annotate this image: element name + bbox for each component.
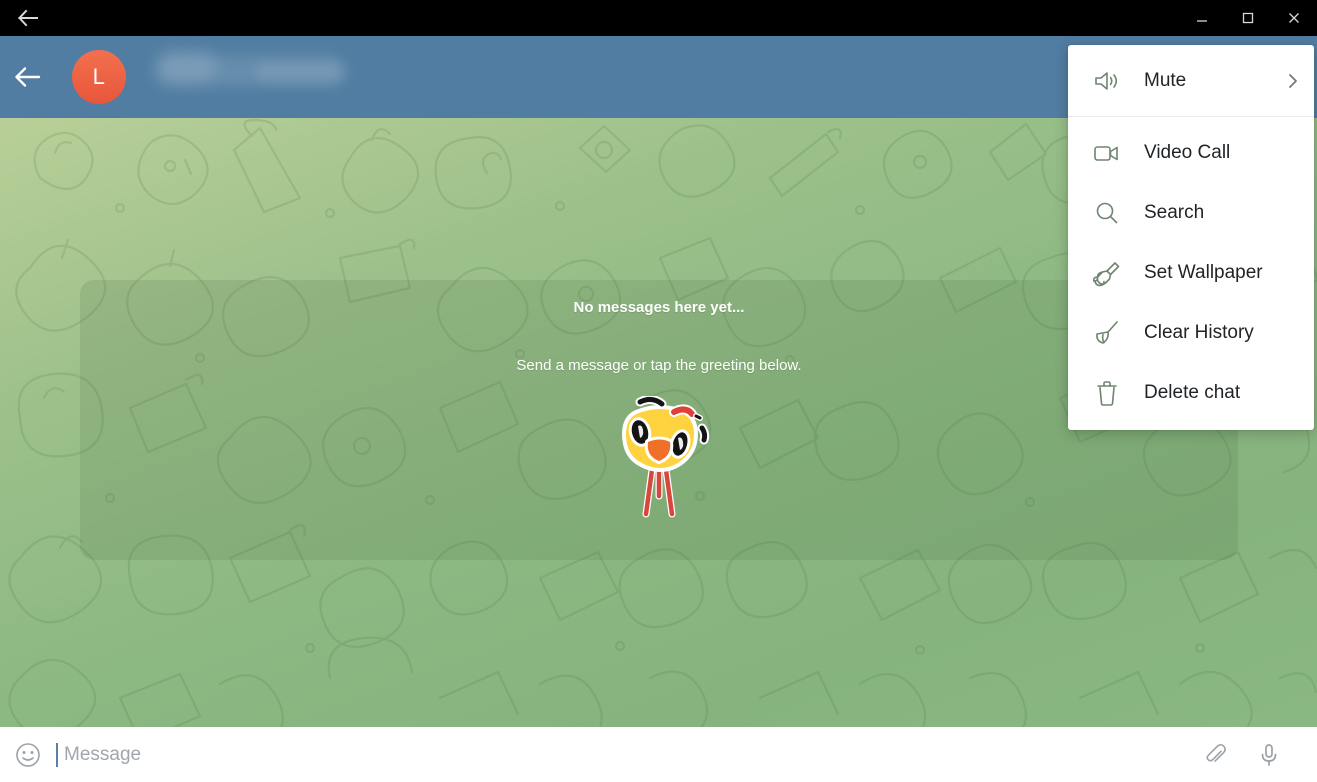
empty-chat-title: No messages here yet... <box>573 299 745 316</box>
broom-icon-svg <box>1096 321 1118 344</box>
paint-roller-icon-svg <box>1093 262 1120 287</box>
avatar-initial: L <box>92 64 106 89</box>
empty-chat-subtitle: Send a message or tap the greeting below… <box>516 357 802 374</box>
chat-back-button[interactable] <box>0 36 56 118</box>
attach-button[interactable] <box>1191 727 1243 782</box>
broom-icon <box>1092 318 1122 348</box>
paint-roller-icon <box>1092 258 1122 288</box>
paperclip-icon <box>1206 743 1226 762</box>
trash-icon-svg <box>1097 381 1117 406</box>
maximize-icon <box>1242 12 1254 24</box>
speaker-icon <box>1092 66 1122 96</box>
smiley-icon <box>16 742 40 767</box>
chat-title-redacted[interactable] <box>155 50 353 102</box>
close-icon <box>1289 13 1299 23</box>
context-menu-item-label: Delete chat <box>1144 382 1241 403</box>
video-camera-icon-svg <box>1094 146 1118 161</box>
input-actions <box>1191 727 1295 782</box>
name-blur-layer <box>157 50 217 82</box>
context-menu-item-mute[interactable]: Mute <box>1068 51 1314 111</box>
chevron-right-icon-svg <box>1289 74 1297 88</box>
avatar[interactable]: L <box>72 50 126 104</box>
maximize-button[interactable] <box>1225 0 1271 36</box>
context-menu-item-clear-history[interactable]: Clear History <box>1068 303 1314 363</box>
magnifier-icon-svg <box>1096 202 1118 224</box>
window-back-button[interactable] <box>0 0 56 36</box>
context-menu-item-video-call[interactable]: Video Call <box>1068 123 1314 183</box>
message-input-field[interactable]: Message <box>56 727 1191 782</box>
message-placeholder: Message <box>64 743 142 765</box>
telegram-window: L No messages here yet... Send a message… <box>0 0 1317 782</box>
context-menu-item-label: Search <box>1144 202 1205 223</box>
context-menu-item-label: Set Wallpaper <box>1144 262 1263 283</box>
greeting-sticker[interactable] <box>604 396 714 526</box>
context-menu-item-set-wallpaper[interactable]: Set Wallpaper <box>1068 243 1314 303</box>
name-blur-layer <box>255 62 345 82</box>
minimize-icon <box>1197 20 1207 22</box>
duck-sticker-icon <box>622 396 710 518</box>
microphone-icon <box>1261 743 1277 766</box>
speaker-icon-svg <box>1095 72 1118 90</box>
chat-context-menu: Mute Video Call Search Set Wallpaper Cle… <box>1068 45 1314 430</box>
context-menu-item-delete-chat[interactable]: Delete chat <box>1068 363 1314 423</box>
context-menu-item-search[interactable]: Search <box>1068 183 1314 243</box>
empty-chat-panel: No messages here yet... Send a message o… <box>80 280 1238 560</box>
trash-icon <box>1092 378 1122 408</box>
chevron-right-icon <box>1284 72 1302 90</box>
close-button[interactable] <box>1271 0 1317 36</box>
video-camera-icon <box>1092 138 1122 168</box>
context-menu-separator <box>1068 116 1314 117</box>
voice-message-button[interactable] <box>1243 727 1295 782</box>
text-caret <box>56 742 58 767</box>
context-menu-item-label: Clear History <box>1144 322 1254 343</box>
message-input-bar: Message <box>0 727 1317 782</box>
context-menu-item-label: Video Call <box>1144 142 1231 163</box>
arrow-left-icon <box>15 67 41 87</box>
window-title-bar <box>0 0 1317 36</box>
context-menu-item-label: Mute <box>1144 70 1187 91</box>
magnifier-icon <box>1092 198 1122 228</box>
arrow-left-icon <box>18 9 38 27</box>
minimize-button[interactable] <box>1179 0 1225 36</box>
emoji-button[interactable] <box>0 727 56 782</box>
